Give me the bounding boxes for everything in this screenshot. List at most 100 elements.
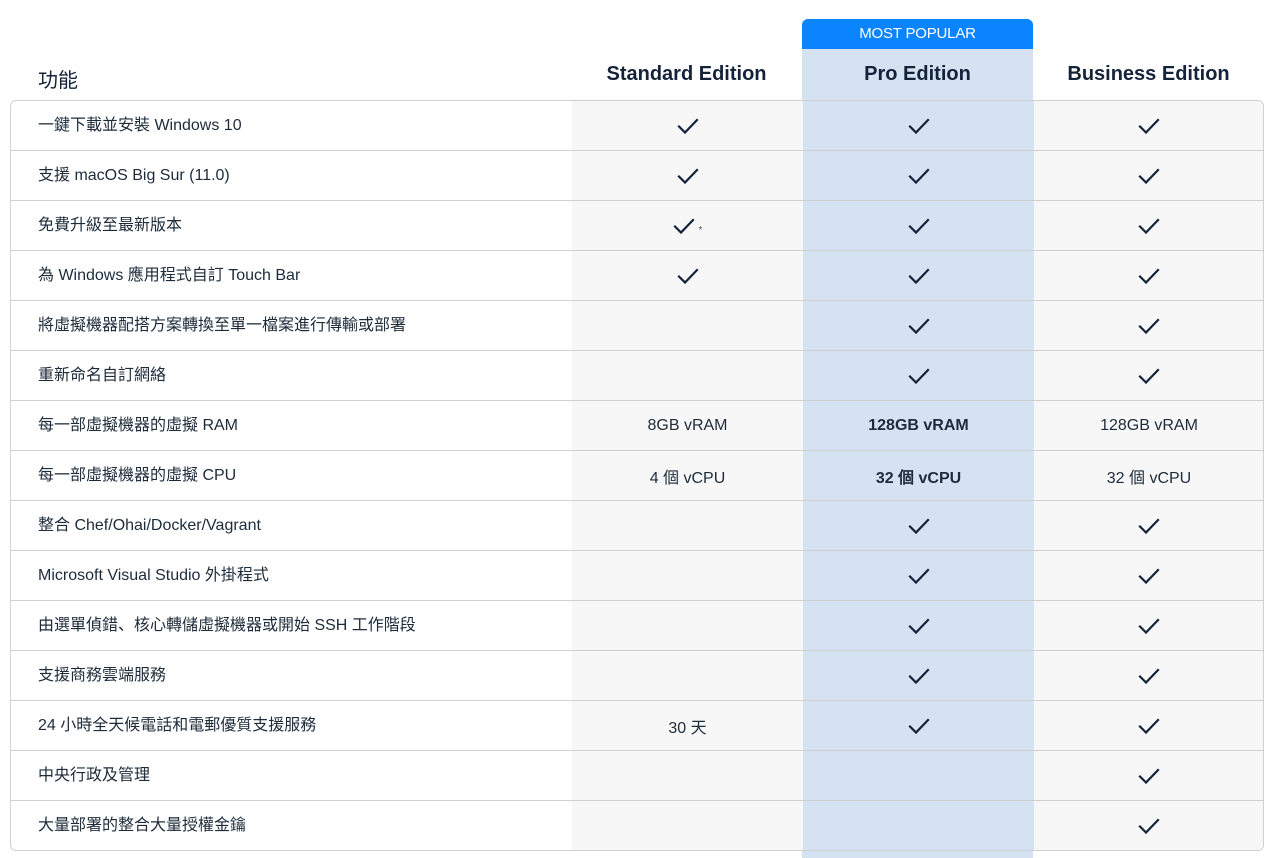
checkmark-icon [672, 215, 695, 237]
cell-business [1034, 251, 1263, 300]
checkmark-icon [1138, 265, 1160, 287]
cell-business [1034, 751, 1263, 800]
cell-standard [572, 301, 803, 350]
cell-business [1034, 301, 1263, 350]
checkmark-icon [907, 565, 930, 587]
cell-value: 30 天 [668, 719, 707, 737]
cell-standard [572, 251, 803, 300]
feature-label: 一鍵下載並安裝 Windows 10 [38, 117, 242, 134]
feature-label: 整合 Chef/Ohai/Docker/Vagrant [38, 517, 261, 534]
cell-standard [572, 801, 803, 850]
table-row: 每一部虛擬機器的虛擬 CPU 4 個 vCPU 32 個 vCPU 32 個 vCPU [11, 451, 1263, 501]
table-body: 一鍵下載並安裝 Windows 10 支援 macOS Big Sur (11.0… [11, 101, 1263, 850]
checkmark-icon [907, 665, 930, 687]
table-row: 一鍵下載並安裝 Windows 10 [11, 101, 1263, 151]
table-row: 為 Windows 應用程式自訂 Touch Bar [11, 251, 1263, 301]
feature-label: 支援 macOS Big Sur (11.0) [38, 167, 230, 184]
table-row: Microsoft Visual Studio 外掛程式 [11, 551, 1263, 601]
feature-column-heading: 功能 [38, 70, 78, 92]
comparison-page: MOST POPULAR 功能 Standard Edition Pro Edi… [0, 0, 1274, 858]
checkmark-icon [1138, 515, 1160, 537]
checkmark-icon [676, 165, 699, 187]
cell-business [1034, 351, 1263, 400]
cell-value: 32 個 vCPU [1106, 469, 1192, 487]
cell-pro [803, 351, 1034, 400]
checkmark-icon [1138, 715, 1160, 737]
cell-standard: 4 個 vCPU [572, 451, 803, 500]
cell-business: 32 個 vCPU [1034, 451, 1263, 500]
feature-label: 大量部署的整合大量授權金鑰 [38, 817, 247, 834]
feature-label: Microsoft Visual Studio 外掛程式 [38, 567, 269, 584]
feature-label: 重新命名自訂網絡 [38, 367, 167, 384]
cell-pro [803, 801, 1034, 850]
cell-standard [572, 751, 803, 800]
feature-label: 中央行政及管理 [38, 767, 151, 784]
table-row: 支援 macOS Big Sur (11.0) [11, 151, 1263, 201]
cell-pro [803, 301, 1034, 350]
checkmark-icon [1138, 165, 1160, 187]
table-row: 整合 Chef/Ohai/Docker/Vagrant [11, 501, 1263, 551]
checkmark-icon [1138, 565, 1160, 587]
cell-pro: 128GB vRAM [803, 401, 1034, 450]
cell-pro [803, 601, 1034, 650]
table-row: 每一部虛擬機器的虛擬 RAM 8GB vRAM 128GB vRAM 128GB vR… [11, 401, 1263, 451]
checkmark-icon [1138, 765, 1160, 787]
feature-comparison-table: 一鍵下載並安裝 Windows 10 支援 macOS Big Sur (11.0… [10, 100, 1264, 851]
cell-business [1034, 101, 1263, 150]
checkmark-icon [907, 515, 930, 537]
cell-standard [572, 601, 803, 650]
cell-business [1034, 601, 1263, 650]
cell-standard [572, 351, 803, 400]
cell-pro [803, 501, 1034, 550]
cell-value: 8GB vRAM [647, 416, 728, 434]
cell-pro [803, 701, 1034, 750]
checkmark-icon [907, 215, 930, 237]
table-row: 將虛擬機器配搭方案轉換至單一檔案進行傳輸或部署 [11, 301, 1263, 351]
table-row: 大量部署的整合大量授權金鑰 [11, 801, 1263, 850]
checkmark-icon [1138, 615, 1160, 637]
most-popular-badge: MOST POPULAR [802, 19, 1033, 49]
cell-business [1034, 551, 1263, 600]
cell-standard: 8GB vRAM [572, 401, 803, 450]
checkmark-icon [907, 315, 930, 337]
cell-pro: 32 個 vCPU [803, 451, 1034, 500]
feature-label: 每一部虛擬機器的虛擬 RAM [38, 417, 239, 434]
checkmark-icon [907, 115, 930, 137]
cell-standard [572, 101, 803, 150]
checkmark-icon [1138, 315, 1160, 337]
cell-value: 128GB vRAM [1100, 416, 1198, 434]
cell-standard: * [572, 201, 803, 250]
plan-heading-standard: Standard Edition [606, 63, 767, 85]
cell-pro [803, 101, 1034, 150]
feature-label: 免費升級至最新版本 [38, 217, 183, 234]
cell-pro [803, 751, 1034, 800]
table-row: 由選單偵錯、核心轉儲虛擬機器或開始 SSH 工作階段 [11, 601, 1263, 651]
cell-standard [572, 501, 803, 550]
cell-value: 4 個 vCPU [649, 469, 726, 487]
plan-heading-pro: Pro Edition [864, 63, 971, 85]
cell-standard [572, 551, 803, 600]
cell-business [1034, 501, 1263, 550]
cell-business: 128GB vRAM [1034, 401, 1263, 450]
plan-heading-business: Business Edition [1067, 63, 1230, 85]
table-row: 免費升級至最新版本 * [11, 201, 1263, 251]
checkmark-icon [907, 165, 930, 187]
footnote-asterisk: * [698, 225, 703, 236]
feature-label: 支援商務雲端服務 [38, 667, 167, 684]
checkmark-icon [1138, 665, 1160, 687]
cell-pro [803, 651, 1034, 700]
cell-standard [572, 151, 803, 200]
cell-business [1034, 701, 1263, 750]
table-row: 支援商務雲端服務 [11, 651, 1263, 701]
feature-label: 將虛擬機器配搭方案轉換至單一檔案進行傳輸或部署 [38, 317, 407, 334]
cell-standard: 30 天 [572, 701, 803, 750]
checkmark-icon [1138, 115, 1160, 137]
checkmark-icon [1138, 365, 1160, 387]
checkmark-icon [907, 265, 930, 287]
cell-business [1034, 801, 1263, 850]
cell-pro [803, 551, 1034, 600]
cell-business [1034, 151, 1263, 200]
feature-label: 每一部虛擬機器的虛擬 CPU [38, 467, 237, 484]
table-row: 重新命名自訂網絡 [11, 351, 1263, 401]
feature-label: 為 Windows 應用程式自訂 Touch Bar [38, 267, 301, 284]
